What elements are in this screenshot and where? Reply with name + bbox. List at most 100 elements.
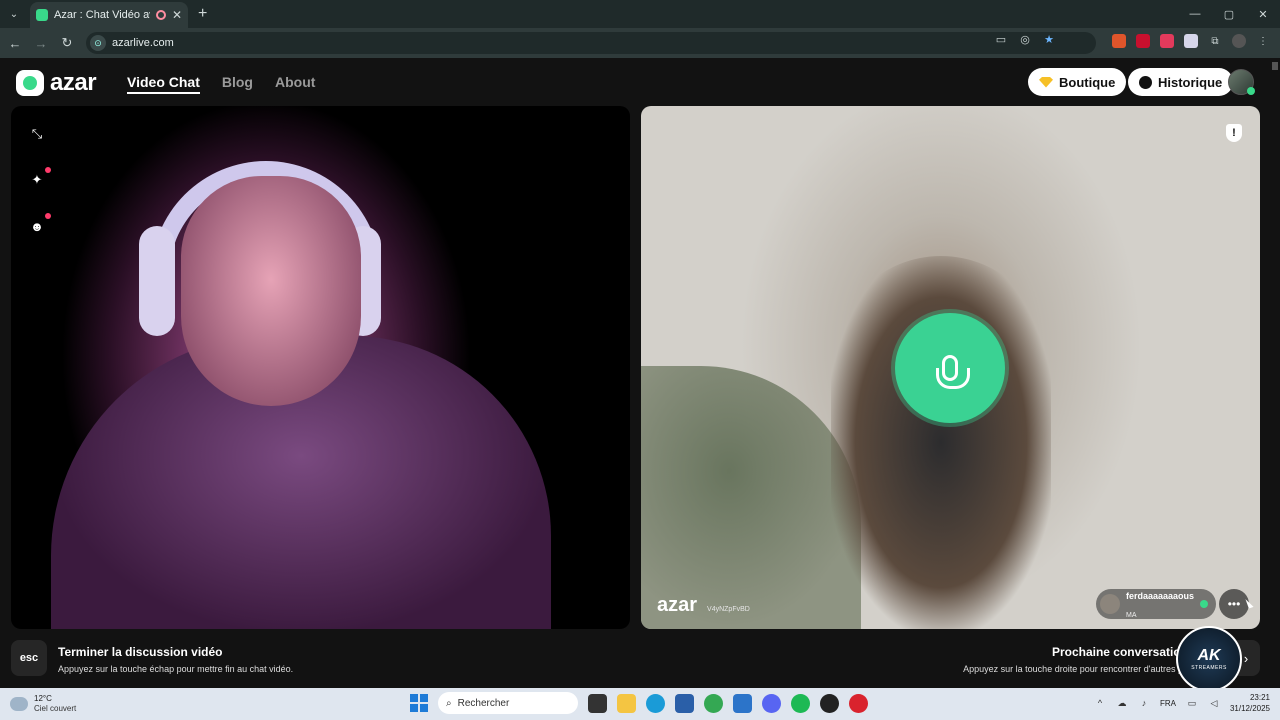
end-chat-subtitle: Appuyez sur la touche échap pour mettre …: [58, 664, 294, 674]
ak-streamers-logo: AK STREAMERS: [1176, 626, 1242, 692]
back-button[interactable]: ←: [4, 32, 26, 54]
eye-off-icon[interactable]: ◎: [1018, 32, 1032, 46]
peer-avatar: [1100, 594, 1120, 614]
browser-tab[interactable]: Azar : Chat Vidéo avec de n ✕: [30, 2, 188, 28]
microphone-tray-icon[interactable]: ♪: [1138, 697, 1150, 709]
obs-icon[interactable]: [820, 693, 839, 713]
minimize-button[interactable]: —: [1178, 0, 1212, 28]
streamers-logo-text: STREAMERS: [1191, 665, 1227, 671]
language-indicator[interactable]: FRA: [1160, 699, 1176, 708]
red-app-icon[interactable]: [849, 693, 868, 713]
session-code: V4yNZpFvBD: [707, 606, 750, 613]
clock-date: 31/12/2025: [1229, 704, 1270, 713]
esc-key-button[interactable]: esc: [11, 640, 47, 676]
cloud-icon: [10, 697, 28, 711]
extension-red-icon[interactable]: [1136, 34, 1150, 48]
browser-menu-icon[interactable]: ⋮: [1256, 34, 1270, 48]
volume-icon[interactable]: ◁: [1208, 697, 1220, 709]
shop-label: Boutique: [1059, 74, 1116, 90]
microphone-icon: [936, 355, 970, 389]
nav-about[interactable]: About: [275, 74, 315, 94]
windows-taskbar: 12°C Ciel couvert ⌕ Rechercher ^ ☁ ♪ FRA…: [0, 688, 1280, 720]
notification-dot: [45, 213, 51, 219]
end-chat-hint: Terminer la discussion vidéo Appuyez sur…: [58, 645, 293, 674]
azar-logo-text: azar: [50, 69, 97, 96]
windows-start-icon[interactable]: [410, 694, 428, 712]
clock-time: 23:21: [1249, 693, 1270, 702]
user-avatar[interactable]: [1228, 69, 1255, 95]
azar-logo[interactable]: azar: [16, 69, 97, 97]
network-icon[interactable]: ▭: [1186, 697, 1198, 709]
weather-temp: 12°C: [34, 694, 52, 703]
headphone-left: [139, 226, 175, 336]
shop-button[interactable]: Boutique: [1028, 68, 1127, 96]
file-explorer-icon[interactable]: [617, 693, 636, 713]
page-scrollbar[interactable]: [1272, 62, 1278, 672]
remote-video: ! azar V4yNZpFvBD ferdaaaaaaaous MA •••: [641, 106, 1260, 629]
minimize-video-icon[interactable]: ⤡: [29, 126, 45, 142]
address-toolbar: ← → ↻ ⊙ azarlive.com ▭ ◎ ★: [0, 28, 1280, 58]
taskbar-apps: ⌕ Rechercher: [410, 692, 868, 714]
local-video-tools: ⤡ ✦ ☻: [29, 126, 51, 234]
azar-logo-icon: [16, 70, 44, 96]
forward-button[interactable]: →: [30, 32, 52, 54]
local-person-head: [181, 176, 361, 406]
azar-favicon-icon: [36, 9, 48, 21]
extension-shield-icon[interactable]: [1184, 34, 1198, 48]
close-window-button[interactable]: ✕: [1246, 0, 1280, 28]
azar-app: azar Video Chat Blog About Boutique Hist…: [0, 58, 1280, 692]
next-chat-title: Prochaine conversation: [1051, 645, 1188, 659]
extensions-puzzle-icon[interactable]: ⧉: [1208, 34, 1222, 48]
extensions-bar: ⧉ ⋮: [1112, 34, 1270, 48]
tab-title: Azar : Chat Vidéo avec de n: [54, 9, 150, 21]
next-chat-subtitle: Appuyez sur la touche droite pour rencon…: [963, 664, 1188, 674]
reload-button[interactable]: ↻: [56, 32, 78, 54]
outlook-icon[interactable]: [733, 693, 752, 713]
peer-username: ferdaaaaaaaous: [1126, 591, 1195, 601]
system-clock[interactable]: 23:21 31/12/2025: [1230, 692, 1270, 714]
history-button[interactable]: Historique: [1128, 68, 1234, 96]
peer-profile-chip[interactable]: ferdaaaaaaaous MA: [1096, 589, 1217, 619]
microphone-button[interactable]: [895, 313, 1005, 423]
report-shield-icon[interactable]: !: [1226, 124, 1242, 142]
cast-icon[interactable]: ▭: [994, 32, 1008, 46]
store-icon[interactable]: [675, 693, 694, 713]
spotify-icon[interactable]: [791, 693, 810, 713]
discord-icon[interactable]: [762, 693, 781, 713]
next-chat-hint: Prochaine conversation Appuyez sur la to…: [963, 645, 1188, 674]
restore-button[interactable]: ▢: [1212, 0, 1246, 28]
nav-blog[interactable]: Blog: [222, 74, 253, 94]
weather-widget[interactable]: 12°C Ciel couvert: [10, 694, 76, 714]
nav-video-chat[interactable]: Video Chat: [127, 74, 200, 94]
recording-icon: [155, 10, 166, 20]
window-controls: — ▢ ✕: [1178, 0, 1280, 28]
system-tray: ^ ☁ ♪ FRA ▭ ◁ 23:21 31/12/2025: [1094, 692, 1270, 714]
ak-logo-text: AK: [1197, 647, 1221, 664]
taskbar-search[interactable]: ⌕ Rechercher: [438, 692, 578, 714]
chat-bubble-icon[interactable]: •••: [1219, 589, 1249, 619]
online-status-dot: [1247, 87, 1255, 95]
weather-condition: Ciel couvert: [34, 704, 77, 713]
bookmark-star-icon[interactable]: ★: [1042, 32, 1056, 46]
chrome-icon[interactable]: [704, 693, 723, 713]
history-label: Historique: [1158, 74, 1223, 90]
cloud-sync-icon[interactable]: ☁: [1116, 697, 1128, 709]
url-field[interactable]: ⊙ azarlive.com: [86, 32, 1096, 54]
profile-icon[interactable]: [1232, 34, 1246, 48]
effects-sparkle-icon[interactable]: ✦: [29, 167, 51, 188]
task-view-icon[interactable]: [588, 693, 607, 713]
site-info-icon[interactable]: ⊙: [90, 35, 106, 51]
face-sticker-icon[interactable]: ☻: [29, 213, 51, 234]
close-tab-icon[interactable]: ✕: [172, 8, 182, 22]
extension-fox-icon[interactable]: [1112, 34, 1126, 48]
peer-country: MA: [1126, 612, 1137, 619]
extension-pink-icon[interactable]: [1160, 34, 1174, 48]
clock-icon: [1139, 75, 1152, 89]
chevron-up-icon[interactable]: ^: [1094, 697, 1106, 709]
tab-search-icon[interactable]: ⌄: [4, 4, 24, 24]
gem-icon: [1039, 76, 1053, 88]
edge-icon[interactable]: [646, 693, 665, 713]
new-tab-button[interactable]: +: [198, 5, 207, 23]
search-icon: ⌕: [446, 697, 452, 709]
local-video: ⤡ ✦ ☻: [11, 106, 630, 629]
